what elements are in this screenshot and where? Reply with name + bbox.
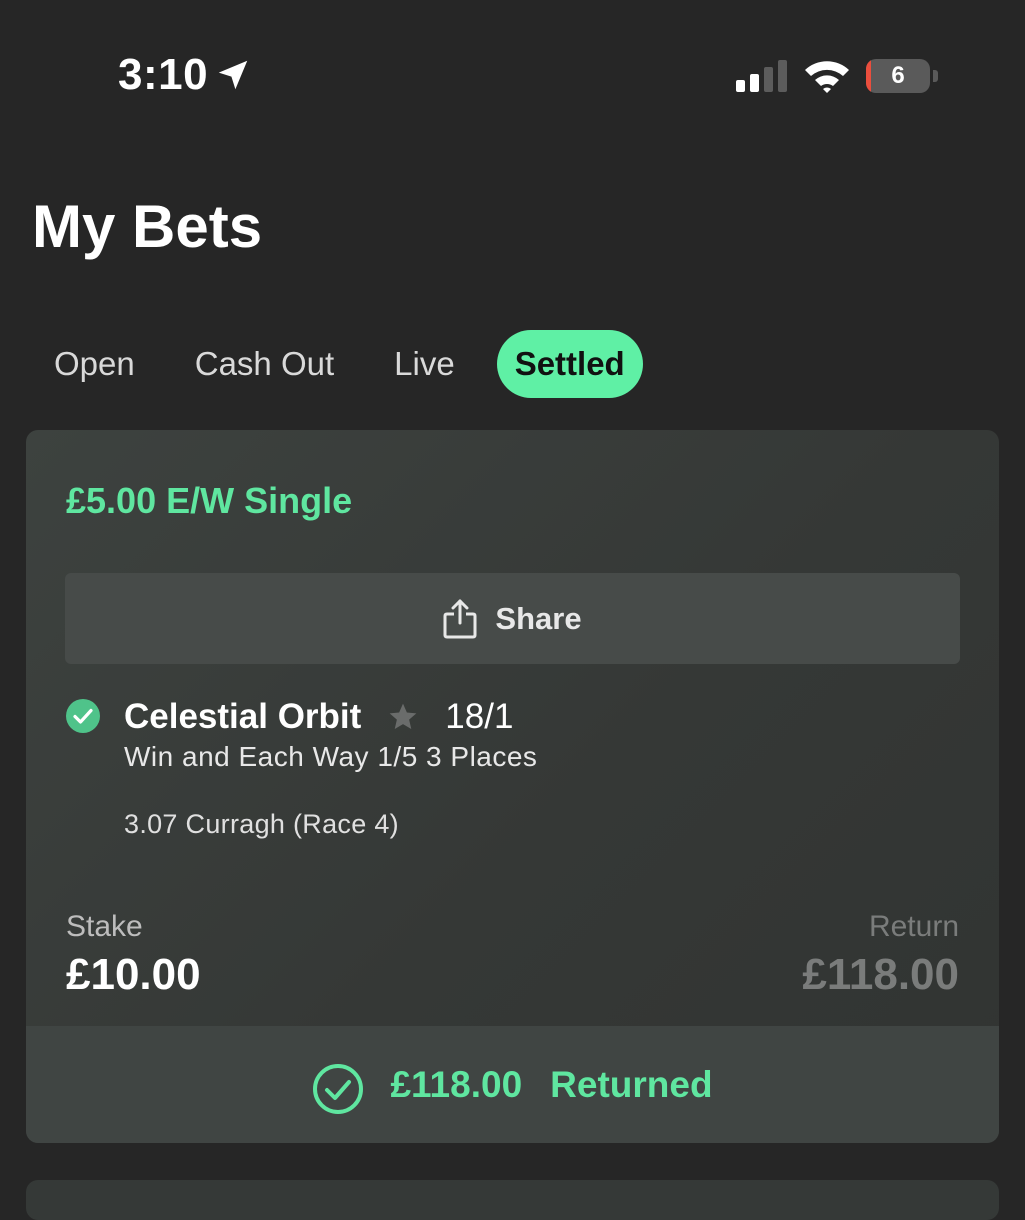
status-bar: 3:10 6 (0, 0, 1025, 150)
return-value: £118.00 (802, 950, 959, 999)
tab-settled[interactable]: Settled (496, 330, 643, 398)
runner-name: Celestial Orbit (124, 697, 362, 736)
wifi-icon (805, 61, 849, 93)
return-label: Return (868, 910, 959, 943)
share-label: Share (495, 600, 582, 636)
runner-row: Celestial Orbit 18/1 (124, 695, 513, 739)
tab-live[interactable]: Live (376, 330, 473, 398)
share-button[interactable]: Share (65, 573, 960, 664)
returned-amount: £118.00 (390, 1063, 523, 1105)
market-description: Win and Each Way 1/5 3 Places (124, 741, 538, 772)
stake-value: £10.00 (66, 950, 201, 999)
status-time: 3:10 (118, 50, 209, 99)
bet-tabs: Open Cash Out Live Settled (36, 330, 643, 398)
tab-open[interactable]: Open (36, 330, 153, 398)
bet-type: £5.00 E/W Single (66, 480, 353, 521)
battery-level: 6 (891, 62, 905, 89)
next-bet-card[interactable] (26, 1180, 999, 1220)
returned-label: Returned (550, 1063, 713, 1105)
event-description: 3.07 Curragh (Race 4) (124, 809, 399, 839)
battery-icon: 6 (866, 59, 930, 93)
location-arrow-icon (218, 60, 248, 90)
page-title: My Bets (32, 193, 263, 260)
share-icon (443, 599, 477, 638)
battery-cap (933, 70, 938, 82)
bet-card[interactable]: £5.00 E/W Single Share Celestial Orbit 1… (26, 430, 999, 1143)
returned-banner: £118.00 Returned (26, 1026, 999, 1143)
cellular-signal-icon (736, 60, 787, 92)
runner-odds: 18/1 (445, 697, 514, 736)
star-icon[interactable] (387, 701, 419, 733)
tab-cash-out[interactable]: Cash Out (177, 330, 352, 398)
stake-label: Stake (66, 910, 143, 943)
check-circle-outline-icon (313, 1063, 364, 1114)
check-circle-icon (66, 699, 100, 733)
